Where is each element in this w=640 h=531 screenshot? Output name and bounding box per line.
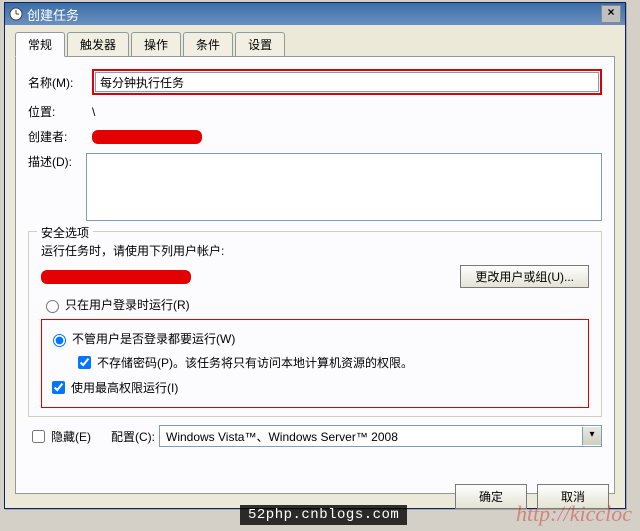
close-button[interactable]: ×: [601, 5, 621, 23]
dialog-buttons: 确定 取消: [455, 484, 609, 509]
radio-logged-on[interactable]: [46, 300, 59, 313]
radio-logged-on-label: 只在用户登录时运行(R): [65, 296, 190, 313]
create-task-dialog: 创建任务 × 常规 触发器 操作 条件 设置 名称(M): 位置: \ 创建者:: [4, 2, 626, 509]
highest-priv-checkbox[interactable]: [52, 381, 65, 394]
name-highlight: [92, 69, 602, 95]
config-select[interactable]: Windows Vista™、Windows Server™ 2008 ▾: [159, 425, 602, 447]
tab-panel-general: 名称(M): 位置: \ 创建者: 描述(D): 安全选项 运行任务时，请使用下…: [15, 56, 615, 494]
tab-strip: 常规 触发器 操作 条件 设置: [15, 31, 615, 56]
no-password-row[interactable]: 不存储密码(P)。该任务将只有访问本地计算机资源的权限。: [74, 353, 582, 372]
security-highlight: 不管用户是否登录都要运行(W) 不存储密码(P)。该任务将只有访问本地计算机资源…: [41, 319, 589, 408]
no-password-label: 不存储密码(P)。该任务将只有访问本地计算机资源的权限。: [97, 354, 413, 371]
window-title: 创建任务: [27, 5, 601, 24]
hidden-label: 隐藏(E): [51, 428, 91, 445]
dropdown-icon[interactable]: ▾: [582, 427, 601, 445]
ok-button[interactable]: 确定: [455, 484, 527, 509]
location-value: \: [92, 105, 95, 119]
description-input[interactable]: [86, 153, 602, 221]
highest-priv-row[interactable]: 使用最高权限运行(I): [48, 378, 582, 397]
config-select-value: Windows Vista™、Windows Server™ 2008: [160, 428, 582, 445]
tab-settings[interactable]: 设置: [235, 32, 285, 56]
tab-actions[interactable]: 操作: [131, 32, 181, 56]
security-groupbox: 安全选项 运行任务时，请使用下列用户帐户: 更改用户或组(U)... 只在用户登…: [28, 231, 602, 417]
run-as-label: 运行任务时，请使用下列用户帐户:: [41, 242, 589, 259]
name-label: 名称(M):: [28, 74, 92, 91]
titlebar: 创建任务 ×: [5, 3, 625, 25]
clock-icon: [9, 7, 23, 21]
security-group-title: 安全选项: [37, 224, 93, 241]
hidden-row[interactable]: 隐藏(E): [28, 427, 91, 446]
name-input[interactable]: [95, 72, 599, 92]
tab-general[interactable]: 常规: [15, 32, 65, 57]
config-label: 配置(C):: [111, 428, 155, 445]
radio-logged-on-row[interactable]: 只在用户登录时运行(R): [41, 296, 589, 313]
change-user-button[interactable]: 更改用户或组(U)...: [460, 265, 589, 288]
radio-always-label: 不管用户是否登录都要运行(W): [72, 330, 235, 347]
author-label: 创建者:: [28, 128, 92, 145]
cancel-button[interactable]: 取消: [537, 484, 609, 509]
tab-triggers[interactable]: 触发器: [67, 32, 129, 56]
highest-priv-label: 使用最高权限运行(I): [71, 379, 178, 396]
hidden-checkbox[interactable]: [32, 430, 45, 443]
description-label: 描述(D):: [28, 153, 86, 170]
radio-always[interactable]: [53, 334, 66, 347]
author-redacted: [92, 130, 202, 144]
account-redacted: [41, 270, 191, 284]
radio-always-row[interactable]: 不管用户是否登录都要运行(W): [48, 330, 582, 347]
location-label: 位置:: [28, 103, 92, 120]
watermark-cnblogs: 52php.cnblogs.com: [240, 505, 407, 525]
tab-conditions[interactable]: 条件: [183, 32, 233, 56]
no-password-checkbox[interactable]: [78, 356, 91, 369]
